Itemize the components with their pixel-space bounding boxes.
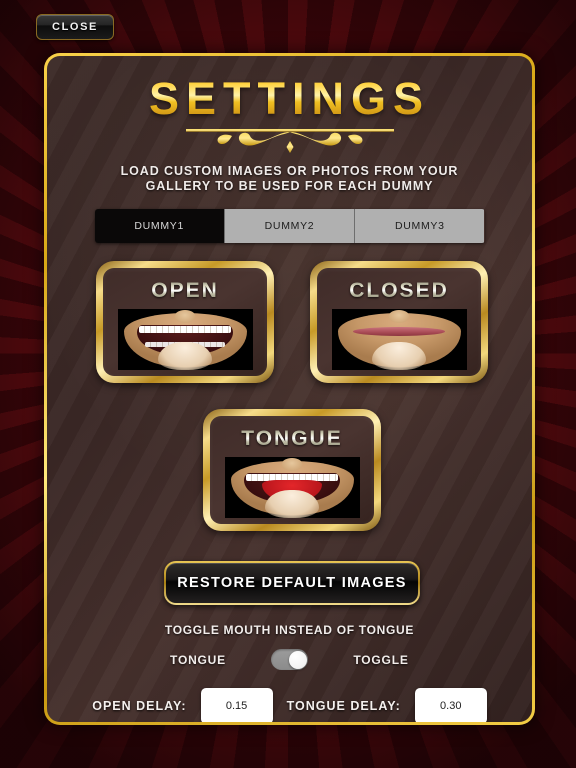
- open-mouth-artwork: [118, 309, 253, 370]
- segment-dummy2[interactable]: DUMMY2: [224, 209, 356, 243]
- delay-row: OPEN DELAY: 0.15 TONGUE DELAY: 0.30: [47, 688, 532, 722]
- tongue-card-label: TONGUE: [221, 427, 363, 451]
- instructions-line-1: LOAD CUSTOM IMAGES OR PHOTOS FROM YOUR: [120, 164, 459, 178]
- mouth-interior: [353, 327, 445, 336]
- chin-highlight: [265, 490, 319, 518]
- tongue-mouth-artwork: [225, 457, 360, 518]
- chin-highlight: [158, 342, 212, 370]
- open-delay-label: OPEN DELAY:: [92, 699, 187, 713]
- image-cards-area: OPEN CLOSED TONGUE: [47, 251, 532, 551]
- dummy-segmented-control[interactable]: DUMMY1 DUMMY2 DUMMY3: [94, 209, 485, 243]
- closed-image-card[interactable]: CLOSED: [310, 261, 488, 383]
- closed-mouth-thumbnail[interactable]: [331, 309, 467, 370]
- tongue-delay-input[interactable]: 0.30: [414, 688, 487, 722]
- upper-lip-notch: [174, 310, 196, 323]
- settings-panel: SETTINGS LOAD CUSTOM IMAGES OR PHOTOS FR…: [44, 53, 535, 725]
- upper-teeth: [139, 326, 231, 333]
- instructions-text: LOAD CUSTOM IMAGES OR PHOTOS FROM YOUR G…: [47, 164, 532, 194]
- upper-lip-notch: [388, 310, 410, 323]
- tongue-image-card[interactable]: TONGUE: [203, 409, 381, 531]
- close-button[interactable]: CLOSE: [36, 14, 114, 40]
- toggle-left-label: TONGUE: [170, 652, 226, 667]
- open-image-card[interactable]: OPEN: [96, 261, 274, 383]
- tongue-mouth-thumbnail[interactable]: [224, 457, 360, 518]
- restore-default-images-button[interactable]: RESTORE DEFAULT IMAGES: [164, 561, 420, 605]
- open-mouth-thumbnail[interactable]: [117, 309, 253, 370]
- toggle-knob[interactable]: [288, 650, 307, 669]
- chin-highlight: [372, 342, 426, 370]
- ornament-divider-icon: [185, 129, 394, 153]
- segment-dummy1[interactable]: DUMMY1: [94, 209, 225, 243]
- closed-card-label: CLOSED: [328, 279, 470, 303]
- page-title: SETTINGS: [47, 73, 532, 125]
- open-delay-input[interactable]: 0.15: [200, 688, 273, 722]
- mouth-tongue-toggle-switch[interactable]: [271, 649, 308, 670]
- close-button-label: CLOSE: [52, 21, 98, 33]
- tongue-delay-label: TONGUE DELAY:: [286, 699, 401, 713]
- toggle-right-label: TOGGLE: [353, 652, 409, 667]
- upper-lip-notch: [281, 458, 303, 471]
- restore-button-label: RESTORE DEFAULT IMAGES: [177, 575, 407, 591]
- toggle-row: TONGUE TOGGLE: [47, 649, 532, 670]
- instructions-line-2: GALLERY TO BE USED FOR EACH DUMMY: [145, 179, 434, 193]
- segment-dummy3[interactable]: DUMMY3: [355, 209, 485, 243]
- toggle-caption: TOGGLE MOUTH INSTEAD OF TONGUE: [164, 623, 415, 637]
- open-card-label: OPEN: [114, 279, 256, 303]
- closed-mouth-artwork: [332, 309, 467, 370]
